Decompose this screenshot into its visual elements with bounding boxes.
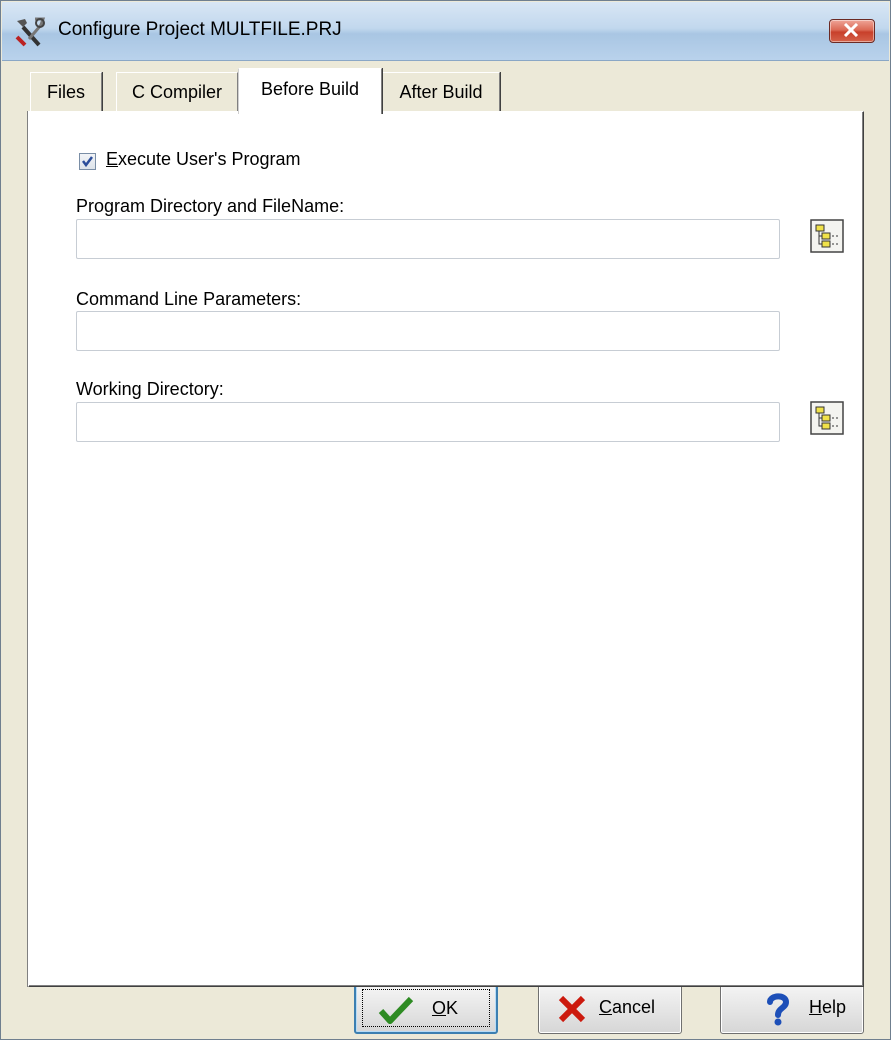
question-icon — [767, 993, 790, 1026]
before-build-panel: Execute User's Program Program Directory… — [28, 111, 864, 987]
command-line-input[interactable] — [76, 311, 780, 351]
working-dir-label: Working Directory: — [76, 379, 224, 399]
title-bar[interactable]: Configure Project MULTFILE.PRJ — [2, 2, 889, 61]
close-icon — [843, 23, 859, 37]
program-dir-browse-button[interactable] — [810, 219, 844, 253]
tab-label: C Compiler — [131, 82, 223, 102]
tab-c-compiler[interactable]: C Compiler — [116, 72, 238, 112]
working-dir-input[interactable] — [76, 402, 780, 442]
close-button[interactable] — [829, 19, 875, 43]
mnemonic-e: E — [106, 149, 119, 169]
label-rest: xecute User's Program — [118, 149, 301, 169]
execute-program-label[interactable]: Execute User's Program — [106, 149, 301, 170]
ok-button[interactable]: OK — [354, 982, 498, 1034]
mnemonic-h: H — [809, 997, 822, 1017]
label-rest: ancel — [612, 997, 656, 1017]
checkmark-icon — [378, 996, 414, 1024]
window-title: Configure Project MULTFILE.PRJ — [58, 19, 342, 40]
tab-after-build[interactable]: After Build — [382, 72, 500, 112]
tab-label: After Build — [399, 82, 483, 102]
mnemonic-o: O — [432, 998, 447, 1018]
configure-project-dialog: Configure Project MULTFILE.PRJ Files C C… — [0, 0, 891, 1040]
command-line-label: Command Line Parameters: — [76, 289, 302, 309]
cancel-button[interactable]: Cancel — [538, 982, 682, 1034]
execute-program-checkbox[interactable] — [79, 153, 96, 170]
ok-label: OK — [432, 998, 458, 1019]
tab-label: Before Build — [260, 79, 360, 99]
folder-tree-icon — [810, 219, 844, 253]
help-button[interactable]: Help — [720, 982, 864, 1034]
tab-before-build[interactable]: Before Build — [238, 68, 382, 114]
label-rest: elp — [822, 997, 847, 1017]
label-rest: K — [446, 998, 459, 1018]
mnemonic-c: C — [599, 997, 612, 1017]
tools-icon — [15, 17, 46, 47]
working-dir-browse-button[interactable] — [810, 401, 844, 435]
program-dir-input[interactable] — [76, 219, 780, 259]
help-label: Help — [809, 997, 846, 1018]
tab-files[interactable]: Files — [30, 72, 102, 112]
checkmark-icon — [82, 156, 93, 168]
folder-tree-icon — [810, 401, 844, 435]
x-icon — [558, 995, 586, 1023]
cancel-label: Cancel — [599, 997, 655, 1018]
program-dir-label: Program Directory and FileName: — [76, 196, 345, 216]
tab-label: Files — [46, 82, 85, 102]
